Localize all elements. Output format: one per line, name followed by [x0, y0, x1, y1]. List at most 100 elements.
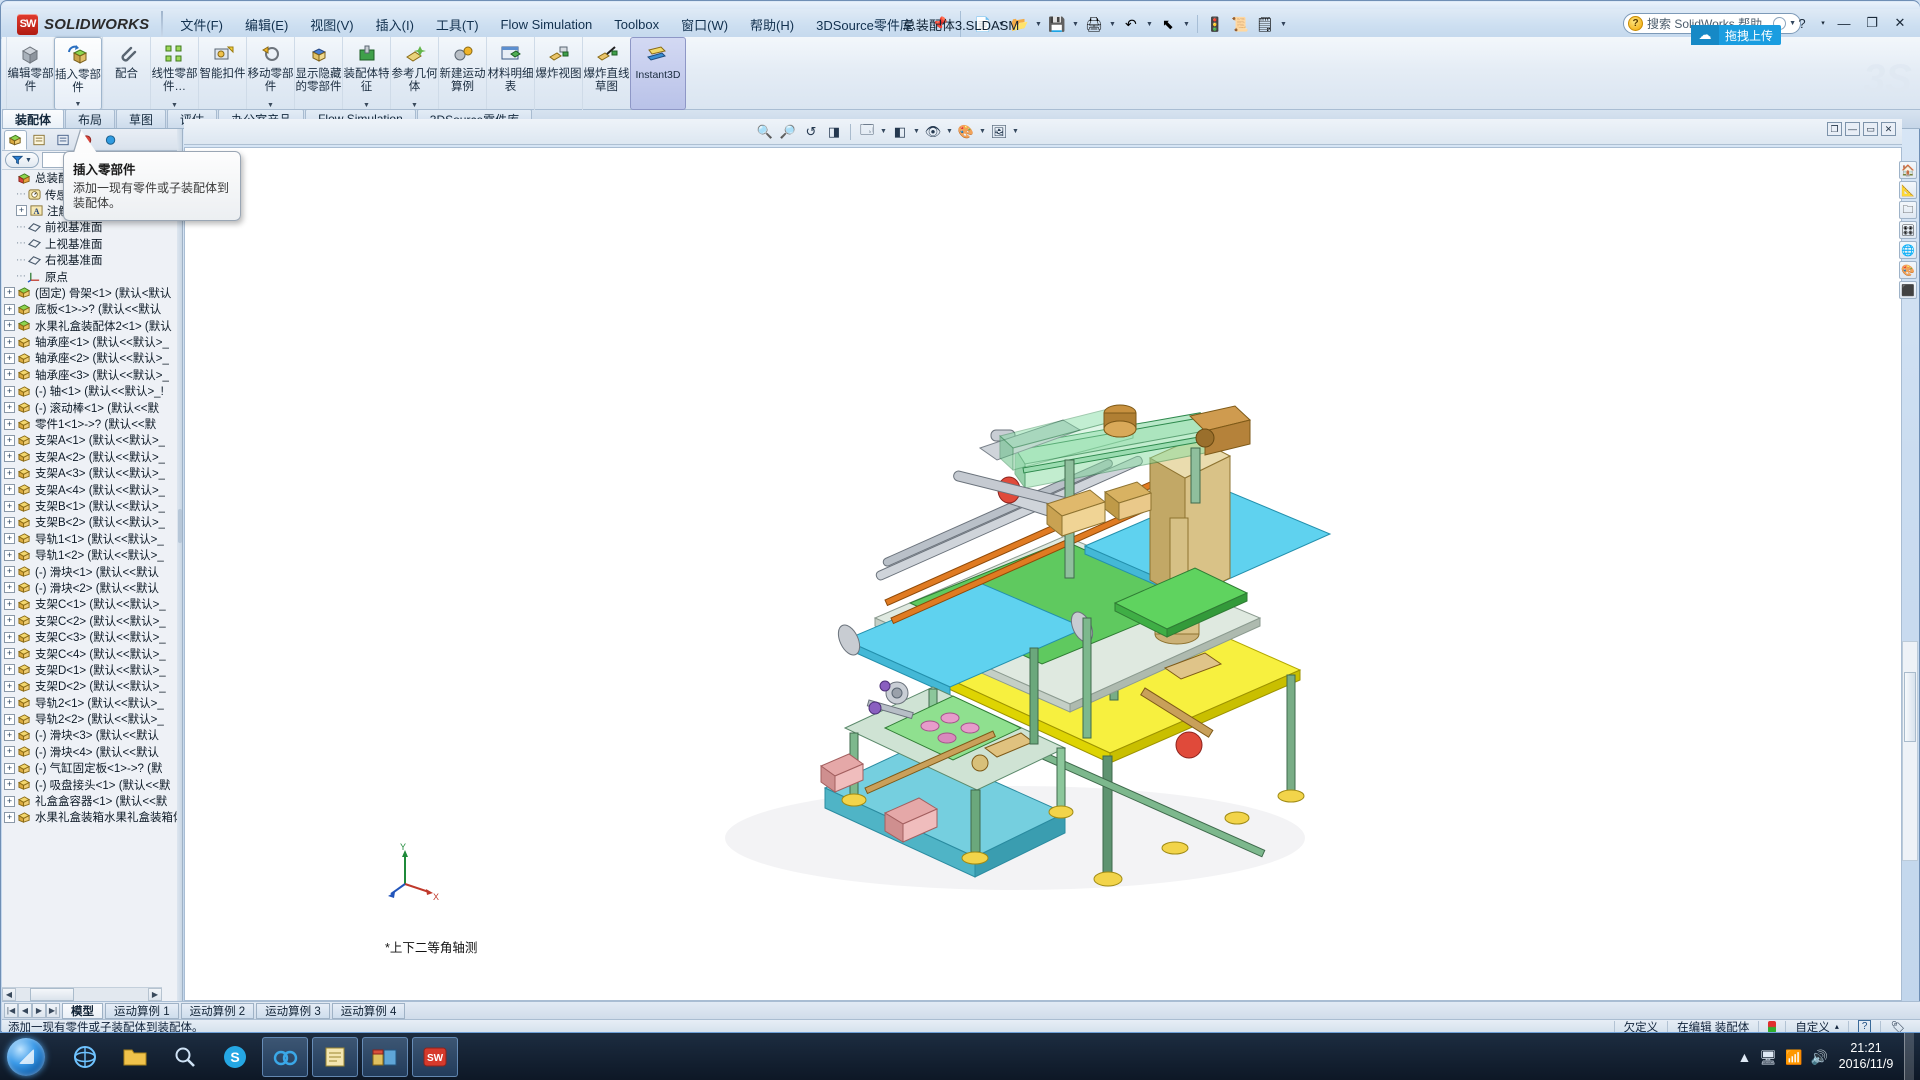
- show-desktop-button[interactable]: [1904, 1033, 1914, 1080]
- restore-doc-icon[interactable]: ❐: [1827, 122, 1842, 136]
- tree-node[interactable]: +水果礼盒装箱水果礼盒装箱体: [2, 809, 178, 825]
- tree-node[interactable]: +支架D<2> (默认<<默认>_: [2, 678, 178, 694]
- options-edit-icon[interactable]: 📜: [1228, 12, 1252, 36]
- move-component-button[interactable]: 移动零部件 ▼: [246, 37, 294, 110]
- bill-of-materials-button[interactable]: 材料明细表: [486, 37, 534, 110]
- display-states-icon[interactable]: ⬛: [1899, 281, 1917, 299]
- view-orientation-caret-icon[interactable]: ▼: [879, 128, 888, 135]
- tab-layout[interactable]: 布局: [65, 109, 115, 128]
- smart-fasteners-button[interactable]: 智能扣件: [198, 37, 246, 110]
- tree-expand-icon[interactable]: +: [4, 386, 15, 397]
- move-component-dropdown-icon[interactable]: ▼: [247, 102, 294, 109]
- menu-window[interactable]: 窗口(W): [670, 11, 739, 38]
- instant3d-button[interactable]: Instant3D: [630, 37, 686, 110]
- tree-node[interactable]: ⋯前视基准面: [2, 219, 178, 235]
- view-orientation-icon[interactable]: 🗔: [856, 121, 878, 142]
- tree-expand-icon[interactable]: +: [4, 714, 15, 725]
- help-caret-icon[interactable]: ▾: [1817, 12, 1829, 34]
- tree-expand-icon[interactable]: +: [4, 287, 15, 298]
- tree-node[interactable]: +支架C<3> (默认<<默认>_: [2, 629, 178, 645]
- tree-node[interactable]: +(-) 气缸固定板<1>->? (默: [2, 760, 178, 776]
- status-customize[interactable]: 自定义 ▴: [1785, 1021, 1848, 1033]
- linear-component-pattern-button[interactable]: 线性零部件… ▼: [150, 37, 198, 110]
- tree-node[interactable]: +导轨1<1> (默认<<默认>_: [2, 531, 178, 547]
- tree-node[interactable]: +支架D<1> (默认<<默认>_: [2, 662, 178, 678]
- insert-component-button[interactable]: 插入零部件 ▼: [54, 37, 102, 110]
- tray-volume-icon[interactable]: 🔊: [1811, 1049, 1828, 1066]
- tab-sketch[interactable]: 草图: [116, 109, 166, 128]
- tree-node[interactable]: +礼盒盒容器<1> (默认<<默: [2, 793, 178, 809]
- tree-expand-icon[interactable]: +: [4, 632, 15, 643]
- appearances-icon[interactable]: 📐: [1899, 181, 1917, 199]
- doctab-motion-study-1[interactable]: 运动算例 1: [105, 1003, 179, 1019]
- insert-component-dropdown-icon[interactable]: ▼: [55, 101, 101, 108]
- doctab-motion-study-3[interactable]: 运动算例 3: [256, 1003, 330, 1019]
- undo-caret-icon[interactable]: ▼: [1144, 21, 1155, 28]
- doctab-motion-study-4[interactable]: 运动算例 4: [332, 1003, 406, 1019]
- select-arrow-icon[interactable]: ⬉: [1156, 12, 1180, 36]
- tree-node[interactable]: +支架A<3> (默认<<默认>_: [2, 465, 178, 481]
- tree-expand-icon[interactable]: +: [4, 451, 15, 462]
- feature-manager-tab[interactable]: [4, 130, 27, 150]
- tree-node[interactable]: +支架C<4> (默认<<默认>_: [2, 645, 178, 661]
- tree-expand-icon[interactable]: +: [4, 320, 15, 331]
- previous-view-icon[interactable]: ↺: [800, 121, 822, 142]
- close-button[interactable]: ✕: [1887, 12, 1913, 34]
- edit-appearance-icon[interactable]: 🎨: [955, 121, 977, 142]
- scenes-icon[interactable]: 🗀: [1899, 201, 1917, 219]
- edit-component-button[interactable]: 编辑零部件: [6, 37, 54, 110]
- doctab-prev-icon[interactable]: ◀: [18, 1003, 32, 1018]
- menu-flow-simulation[interactable]: Flow Simulation: [490, 13, 604, 36]
- tree-node[interactable]: +(-) 滑块<2> (默认<<默认: [2, 580, 178, 596]
- save-icon[interactable]: 💾: [1045, 12, 1069, 36]
- zoom-to-area-icon[interactable]: 🔎: [777, 121, 799, 142]
- display-style-icon[interactable]: ◧: [889, 121, 911, 142]
- taskbar-search[interactable]: [162, 1037, 208, 1077]
- tree-node[interactable]: +零件1<1>->? (默认<<默: [2, 416, 178, 432]
- tree-node[interactable]: +水果礼盒装配体2<1> (默认: [2, 318, 178, 334]
- custom-appearance-icon[interactable]: 🎨: [1899, 261, 1917, 279]
- display-style-caret-icon[interactable]: ▼: [912, 128, 921, 135]
- status-tag-icon[interactable]: 🏷: [1880, 1021, 1914, 1033]
- tree-expand-icon[interactable]: +: [4, 566, 15, 577]
- tree-node[interactable]: +支架A<1> (默认<<默认>_: [2, 432, 178, 448]
- graphics-area[interactable]: Y X *上下二等角轴测: [184, 147, 1902, 1001]
- assembly-features-dropdown-icon[interactable]: ▼: [343, 102, 390, 109]
- tree-expand-icon[interactable]: +: [4, 763, 15, 774]
- tree-scroll-left-icon[interactable]: ◀: [2, 988, 16, 1001]
- tree-node[interactable]: ⋯上视基准面: [2, 236, 178, 252]
- save-caret-icon[interactable]: ▼: [1070, 21, 1081, 28]
- tree-scroll-right-icon[interactable]: ▶: [148, 988, 162, 1001]
- property-manager-tab[interactable]: [28, 130, 51, 150]
- tree-node[interactable]: +(-) 滑块<3> (默认<<默认: [2, 727, 178, 743]
- menu-view[interactable]: 视图(V): [299, 11, 364, 38]
- tree-node[interactable]: +(-) 滑块<4> (默认<<默认: [2, 744, 178, 760]
- tree-scroll-thumb[interactable]: [30, 988, 74, 1001]
- tree-node[interactable]: +导轨1<2> (默认<<默认>_: [2, 547, 178, 563]
- close-doc-icon[interactable]: ✕: [1881, 122, 1896, 136]
- status-help-icon[interactable]: ?: [1848, 1021, 1881, 1033]
- minimize-button[interactable]: —: [1831, 12, 1857, 34]
- configuration-manager-tab[interactable]: [52, 130, 75, 150]
- tree-scroll-track[interactable]: [16, 988, 148, 1001]
- assembly-features-button[interactable]: 装配体特征 ▼: [342, 37, 390, 110]
- hide-show-items-icon[interactable]: 👁: [922, 121, 944, 142]
- apply-scene-caret-icon[interactable]: ▼: [1011, 128, 1020, 135]
- tree-node[interactable]: +(-) 轴<1> (默认<<默认>_!: [2, 383, 178, 399]
- menu-file[interactable]: 文件(F): [169, 11, 234, 38]
- tree-expand-icon[interactable]: +: [4, 664, 15, 675]
- tree-expand-icon[interactable]: +: [4, 779, 15, 790]
- zoom-to-fit-icon[interactable]: 🔍: [754, 121, 776, 142]
- section-view-icon[interactable]: ◨: [823, 121, 845, 142]
- apply-scene-icon[interactable]: 🖼: [988, 121, 1010, 142]
- upload-badge[interactable]: ☁ 拖拽上传: [1691, 25, 1781, 45]
- mate-button[interactable]: 配合: [102, 37, 150, 110]
- explode-line-sketch-button[interactable]: 爆炸直线草图: [582, 37, 630, 110]
- taskbar-cloud-app[interactable]: [262, 1037, 308, 1077]
- menu-toolbox[interactable]: Toolbox: [603, 13, 670, 36]
- open-document-caret-icon[interactable]: ▼: [1033, 21, 1044, 28]
- rebuild-icon[interactable]: 🚦: [1203, 12, 1227, 36]
- reference-geometry-dropdown-icon[interactable]: ▼: [391, 102, 438, 109]
- tree-expand-icon[interactable]: +: [4, 533, 15, 544]
- filter-icon[interactable]: ▼: [5, 152, 39, 168]
